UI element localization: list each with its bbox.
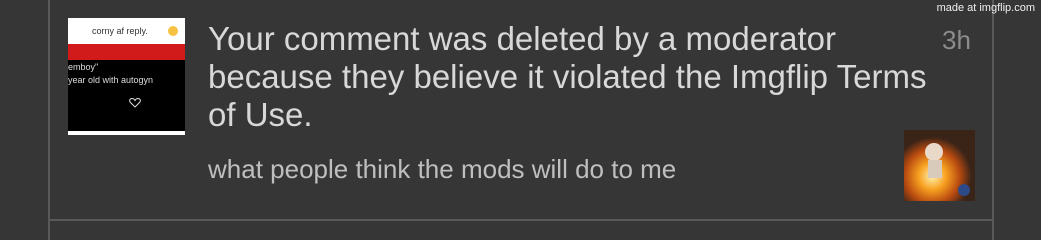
thumbnail-top-text: corny af reply. (92, 26, 148, 36)
bottom-divider (48, 219, 994, 221)
avatar-image-icon (904, 130, 975, 201)
comment-body: Your comment was deleted by a moderator … (208, 20, 927, 133)
left-border (48, 0, 50, 240)
right-border (992, 0, 994, 240)
watermark: made at imgflip.com (936, 2, 1035, 14)
thumbnail-line-1: emboy" (68, 62, 99, 72)
comment-card: made at imgflip.com corny af reply. embo… (0, 0, 1041, 240)
thumbnail-bottom-band (68, 131, 185, 135)
comment-timestamp[interactable]: 3h (942, 25, 971, 56)
emoji-icon (168, 26, 178, 36)
heart-outline-icon (129, 97, 141, 108)
thumbnail-image[interactable]: corny af reply. emboy" year old with aut… (68, 18, 185, 135)
user-avatar[interactable] (904, 130, 975, 201)
thumbnail-red-band (68, 44, 185, 60)
thumbnail-top-band: corny af reply. (68, 18, 185, 45)
meme-caption: what people think the mods will do to me (208, 154, 677, 184)
thumbnail-line-2: year old with autogyn (68, 75, 154, 85)
